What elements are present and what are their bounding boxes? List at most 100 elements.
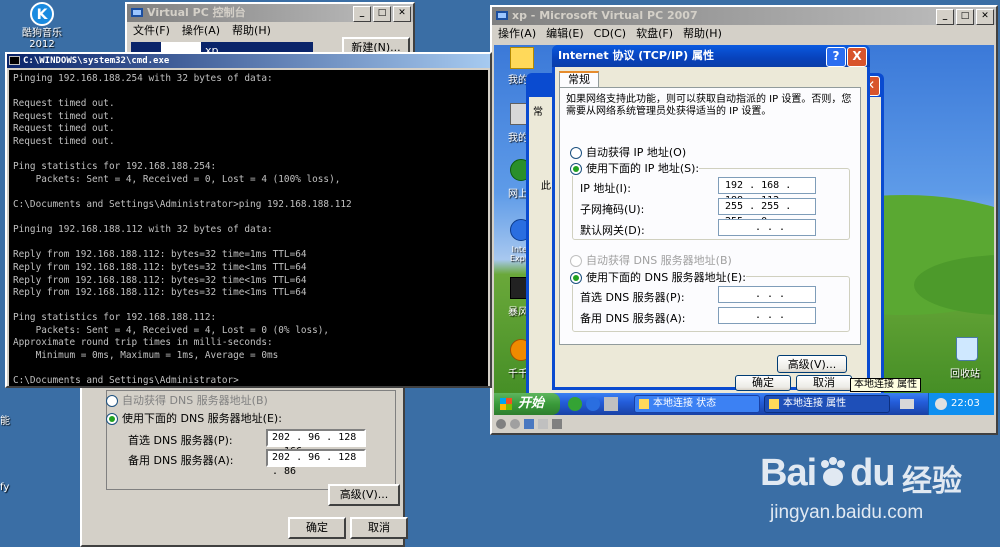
cmd-line: C:\Documents and Settings\Administrator> [13,375,239,386]
keyboard-icon[interactable] [900,399,914,409]
alternate-dns-field[interactable]: . . . [718,307,816,324]
recycle-bin-label: 回收站 [950,369,980,380]
cmd-line: Request timed out. [13,98,115,110]
auto-dns-radio[interactable]: 自动获得 DNS 服务器地址(B) [570,252,732,268]
menu-help[interactable]: 帮助(H) [232,22,271,40]
advanced-button[interactable]: 高级(V)... [328,484,400,506]
cmd-line [13,237,484,250]
quicklaunch-ie-icon[interactable] [586,397,600,411]
cancel-button[interactable]: 取消 [796,375,852,391]
quicklaunch-icon-3[interactable] [604,397,618,411]
use-dns-radio[interactable]: 使用下面的 DNS 服务器地址(E): [570,269,746,285]
use-dns-radio[interactable]: 使用下面的 DNS 服务器地址(E): [106,410,282,426]
cmd-line [13,300,484,313]
vpc-window-titlebar[interactable]: xp - Microsoft Virtual PC 2007 _ □ ✕ [492,7,996,25]
menu-action[interactable]: 操作(A) [182,22,220,40]
host-tcpip-dialog[interactable]: 自动获得 DNS 服务器地址(B) 使用下面的 DNS 服务器地址(E): 首选… [80,380,408,547]
cmd-line [13,212,484,225]
task-local-status[interactable]: 本地连接 状态 [634,395,760,413]
system-tray: 22:03 [928,393,994,415]
cmd-window[interactable]: C:\WINDOWS\system32\cmd.exe Pinging 192.… [5,52,492,388]
status-folder-icon[interactable] [552,419,562,429]
menu-edit[interactable]: 编辑(E) [546,25,584,43]
vpc-console-titlebar[interactable]: Virtual PC 控制台 _ □ ✕ [127,4,413,22]
ok-button[interactable]: 确定 [735,375,791,391]
task-local-properties[interactable]: 本地连接 属性 [764,395,890,413]
preferred-dns-field[interactable]: . . . [718,286,816,303]
description-text: 如果网络支持此功能，则可以获取自动指派的 IP 设置。否则，您需要从网络系统管理… [566,94,852,117]
close-button[interactable]: X [847,47,867,67]
menu-floppy[interactable]: 软盘(F) [636,25,673,43]
cmd-line: Ping statistics for 192.168.188.112: [13,312,217,324]
tray-icon[interactable] [935,398,947,410]
gateway-field[interactable]: . . . [718,219,816,236]
recycle-bin-icon[interactable] [956,337,978,361]
tcpip-titlebar[interactable]: Internet 协议 (TCP/IP) 属性 ? X [552,45,870,67]
auto-ip-radio[interactable]: 自动获得 IP 地址(O) [570,144,686,160]
menu-action[interactable]: 操作(A) [498,25,536,43]
clock: 22:03 [951,398,980,409]
my-documents-icon[interactable] [510,47,534,69]
menu-cd[interactable]: CD(C) [594,25,626,43]
maximize-button[interactable]: □ [956,9,974,25]
subnet-mask-field[interactable]: 255 . 255 . 255 . 0 [718,198,816,227]
use-ip-radio[interactable]: 使用下面的 IP 地址(S): [570,160,700,176]
cmd-line: Reply from 192.168.188.112: bytes=32 tim… [13,261,307,273]
menu-file[interactable]: 文件(F) [133,22,170,40]
auto-ip-label: 自动获得 IP 地址(O) [586,146,687,159]
cmd-line [13,149,484,162]
network-task-icon [769,399,779,409]
ok-button[interactable]: 确定 [288,517,346,539]
cmd-line: Packets: Sent = 4, Received = 0, Lost = … [13,173,341,185]
status-floppy-icon[interactable] [524,419,534,429]
desktop-fragment-1: 能 [0,416,10,427]
status-disk-icon[interactable] [510,419,520,429]
menu-help[interactable]: 帮助(H) [683,25,722,43]
start-button[interactable]: 开始 [494,393,560,415]
radio-selected-icon [106,413,118,425]
alternate-dns-field[interactable]: 202 . 96 . 128 . 86 [266,449,366,477]
ip-address-field[interactable]: 192 . 168 . 188 . 112 [718,177,816,206]
desktop-icon-kugou[interactable]: K 酷狗音乐 2012 [20,2,64,52]
behind-tab[interactable]: 常 [533,103,543,118]
vpc-window-title: xp - Microsoft Virtual PC 2007 [512,9,698,22]
desktop-fragment-2: fy [0,482,10,493]
tcpip-body: 常规 如果网络支持此功能，则可以获取自动指派的 IP 设置。否则，您需要从网络系… [555,67,867,387]
cancel-button[interactable]: 取消 [350,517,408,539]
tab-panel: 如果网络支持此功能，则可以获取自动指派的 IP 设置。否则，您需要从网络系统管理… [559,87,861,345]
cmd-titlebar[interactable]: C:\WINDOWS\system32\cmd.exe [7,54,490,68]
guest-icon-label-3: 网上 [508,189,528,200]
tcpip-dialog[interactable]: Internet 协议 (TCP/IP) 属性 ? X 常规 如果网络支持此功能… [552,45,870,391]
cmd-line: Request timed out. [13,110,115,122]
minimize-button[interactable]: _ [353,6,371,22]
radio-icon [570,147,582,159]
cmd-line: Ping statistics for 192.168.188.254: [13,161,217,173]
cmd-line: Reply from 192.168.188.112: bytes=32 tim… [13,249,307,261]
status-net-icon[interactable] [538,419,548,429]
cmd-line [13,363,484,376]
kugou-label: 酷狗音乐 2012 [22,28,62,50]
status-cd-icon[interactable] [496,419,506,429]
baidu-bai: Bai [760,452,817,494]
cmd-console[interactable]: Pinging 192.168.188.254 with 32 bytes of… [9,70,488,386]
network-task-icon [639,399,649,409]
close-button[interactable]: ✕ [976,9,994,25]
cmd-line [13,86,484,99]
quicklaunch-icon-1[interactable] [568,397,582,411]
guest-screen[interactable]: 我的 我的电 网上 Inter Explo 暴风 千千 回收站 ✕ 常 此 In… [494,45,994,415]
advanced-button[interactable]: 高级(V)... [777,355,847,373]
tab-general[interactable]: 常规 [559,71,599,87]
maximize-button[interactable]: □ [373,6,391,22]
close-button[interactable]: ✕ [393,6,411,22]
preferred-dns-field[interactable]: 202 . 96 . 128 . 166 [266,429,366,457]
use-dns-label: 使用下面的 DNS 服务器地址(E): [122,412,282,425]
auto-dns-radio[interactable]: 自动获得 DNS 服务器地址(B) [106,392,268,408]
minimize-button[interactable]: _ [936,9,954,25]
baidu-du: du [850,452,895,494]
radio-icon [106,395,118,407]
help-button[interactable]: ? [826,47,846,67]
vpc-window[interactable]: xp - Microsoft Virtual PC 2007 _ □ ✕ 操作(… [490,5,998,435]
cmd-line: Request timed out. [13,135,115,147]
radio-selected-icon [570,163,582,175]
cmd-line: Pinging 192.168.188.112 with 32 bytes of… [13,224,273,236]
